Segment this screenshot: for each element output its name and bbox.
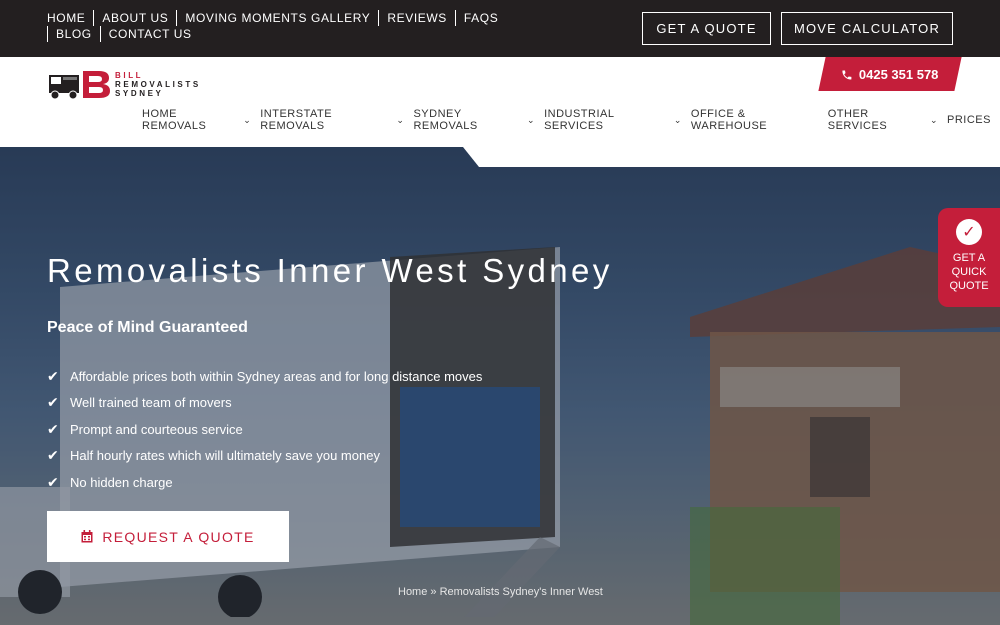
quick-quote-line-2: QUICK: [951, 266, 987, 278]
benefit-text: No hidden charge: [70, 474, 173, 490]
check-circle-icon: ✓: [956, 219, 982, 245]
nav-label: INTERSTATE REMOVALS: [260, 108, 333, 132]
chevron-down-icon: ⌄: [396, 114, 405, 125]
nav-label: OTHER SERVICES: [827, 108, 888, 132]
topnav-blog-link[interactable]: BLOG: [47, 26, 100, 42]
list-item: ✔ Half hourly rates which will ultimately…: [47, 443, 482, 470]
chevron-down-icon: ⌄: [929, 114, 939, 125]
request-quote-button[interactable]: REQUEST A QUOTE: [47, 511, 289, 562]
quick-quote-tab[interactable]: ✓ GET A QUICK QUOTE: [938, 208, 1000, 307]
site-logo[interactable]: BILL REMOVALISTS SYDNEY: [47, 67, 201, 101]
nav-office-warehouse[interactable]: OFFICE & WAREHOUSE: [691, 108, 819, 132]
request-quote-label: REQUEST A QUOTE: [102, 528, 255, 545]
check-icon: ✔: [47, 473, 59, 490]
topnav-reviews-link[interactable]: REVIEWS: [378, 10, 455, 26]
benefits-list: ✔ Affordable prices both within Sydney ar…: [47, 363, 482, 496]
list-item: ✔ Prompt and courteous service: [47, 416, 482, 443]
nav-prices[interactable]: PRICES: [947, 108, 991, 132]
check-icon: ✔: [47, 420, 59, 437]
page-title: Removalists Inner West Sydney: [47, 252, 613, 289]
site-header: BILL REMOVALISTS SYDNEY 0425 351 578 HOM…: [0, 57, 1000, 147]
chevron-down-icon: ⌄: [527, 114, 536, 125]
list-item: ✔ No hidden charge: [47, 469, 482, 496]
calendar-icon: [81, 530, 93, 543]
list-item: ✔ Well trained team of movers: [47, 390, 482, 417]
logo-wordmark: BILL REMOVALISTS SYDNEY: [115, 71, 201, 98]
nav-label: SYDNEY REMOVALS: [413, 108, 478, 132]
logo-line-3: SYDNEY: [115, 88, 164, 98]
topnav-about-link[interactable]: ABOUT US: [93, 10, 176, 26]
logo-line-2: REMOVALISTS: [115, 79, 201, 89]
benefit-text: Prompt and courteous service: [70, 421, 243, 437]
nav-label: OFFICE & WAREHOUSE: [690, 108, 768, 132]
phone-number: 0425 351 578: [859, 66, 939, 82]
get-quote-button[interactable]: GET A QUOTE: [642, 12, 771, 45]
breadcrumb[interactable]: Home » Removalists Sydney's Inner West: [398, 586, 603, 598]
hero-section: Removalists Inner West Sydney Peace of M…: [0, 147, 1000, 625]
nav-label: PRICES: [947, 114, 991, 126]
quick-quote-line-3: QUOTE: [949, 280, 989, 292]
topnav-gallery-link[interactable]: MOVING MOMENTS GALLERY: [176, 10, 378, 26]
header-notch: [463, 147, 1000, 167]
chevron-down-icon: ⌄: [673, 114, 682, 125]
list-item: ✔ Affordable prices both within Sydney ar…: [47, 363, 482, 390]
nav-label: HOME REMOVALS: [142, 108, 207, 132]
nav-industrial-services[interactable]: INDUSTRIAL SERVICES ⌄: [544, 108, 682, 132]
benefit-text: Affordable prices both within Sydney are…: [70, 368, 483, 384]
top-bar: HOME ABOUT US MOVING MOMENTS GALLERY REV…: [0, 0, 1000, 57]
nav-sydney-removals[interactable]: SYDNEY REMOVALS ⌄: [413, 108, 535, 132]
nav-interstate-removals[interactable]: INTERSTATE REMOVALS ⌄: [260, 108, 404, 132]
move-calculator-button[interactable]: MOVE CALCULATOR: [781, 12, 953, 45]
nav-label: INDUSTRIAL SERVICES: [544, 108, 615, 132]
topnav-home-link[interactable]: HOME: [47, 10, 93, 26]
logo-line-1: BILL: [115, 70, 144, 80]
quick-quote-line-1: GET A: [952, 252, 986, 264]
topnav-contact-link[interactable]: CONTACT US: [99, 26, 200, 42]
top-navigation: HOME ABOUT US MOVING MOMENTS GALLERY REV…: [47, 10, 547, 42]
check-icon: ✔: [47, 394, 59, 411]
check-icon: ✔: [47, 447, 59, 464]
benefit-text: Half hourly rates which will ultimately …: [70, 448, 380, 464]
main-navigation: HOME REMOVALS ⌄ INTERSTATE REMOVALS ⌄ SYDN…: [142, 108, 1000, 132]
benefit-text: Well trained team of movers: [70, 395, 232, 411]
check-icon: ✔: [47, 367, 59, 384]
hero-subtitle: Peace of Mind Guaranteed: [47, 319, 248, 336]
truck-logo-icon: [49, 71, 110, 100]
chevron-down-icon: ⌄: [243, 114, 252, 125]
nav-home-removals[interactable]: HOME REMOVALS ⌄: [142, 108, 251, 132]
phone-banner[interactable]: 0425 351 578: [818, 57, 962, 91]
phone-icon: [842, 69, 852, 79]
topnav-faqs-link[interactable]: FAQS: [454, 10, 506, 26]
nav-other-services[interactable]: OTHER SERVICES ⌄: [828, 108, 938, 132]
